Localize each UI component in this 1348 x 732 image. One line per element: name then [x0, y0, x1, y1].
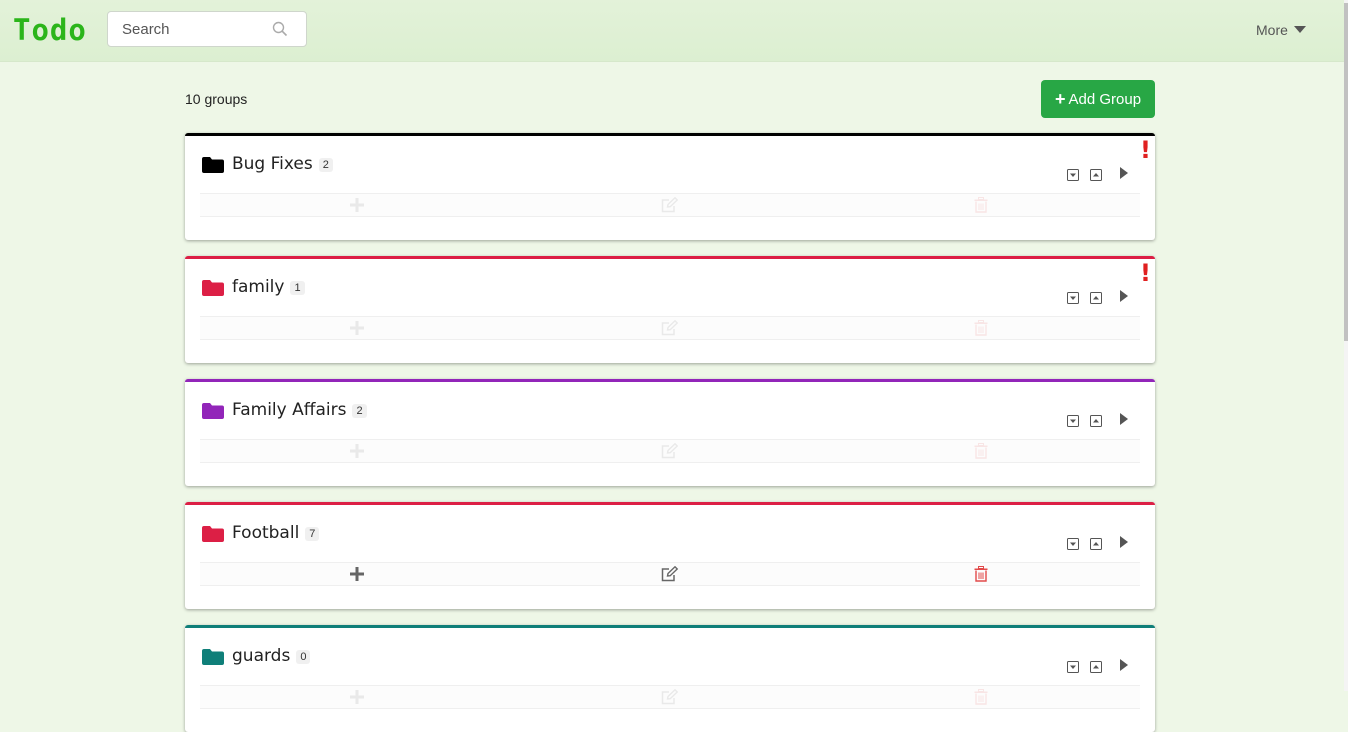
- group-name[interactable]: Family Affairs: [232, 400, 346, 420]
- group-title[interactable]: Family Affairs 2: [232, 400, 367, 420]
- group-title[interactable]: Bug Fixes 2: [232, 154, 333, 174]
- group-name[interactable]: guards: [232, 646, 290, 666]
- move-down-icon[interactable]: [1067, 538, 1079, 550]
- group-action-bar: [200, 316, 1140, 340]
- folder-icon: [202, 649, 224, 665]
- move-up-icon[interactable]: [1090, 415, 1102, 427]
- move-up-icon[interactable]: [1090, 661, 1102, 673]
- group-name[interactable]: family: [232, 277, 284, 297]
- group-card: family 1 !: [185, 256, 1155, 363]
- search-icon[interactable]: [272, 21, 288, 37]
- search-box[interactable]: [107, 11, 307, 47]
- group-title[interactable]: family 1: [232, 277, 305, 297]
- group-count-badge: 1: [290, 281, 305, 295]
- group-card: Football 7: [185, 502, 1155, 609]
- more-label: More: [1256, 22, 1288, 38]
- group-action-bar: [200, 193, 1140, 217]
- edit-icon[interactable]: [661, 566, 679, 582]
- move-up-icon[interactable]: [1090, 538, 1102, 550]
- add-group-button[interactable]: + Add Group: [1041, 80, 1155, 118]
- expand-arrow-icon[interactable]: [1119, 535, 1129, 549]
- brand-logo[interactable]: Todo: [13, 13, 87, 47]
- search-input[interactable]: [120, 20, 274, 39]
- add-group-label: Add Group: [1068, 90, 1142, 108]
- add-task-icon[interactable]: [349, 320, 365, 336]
- group-count-badge: 2: [352, 404, 367, 418]
- add-task-icon[interactable]: [349, 197, 365, 213]
- move-up-icon[interactable]: [1090, 292, 1102, 304]
- group-card: guards 0: [185, 625, 1155, 732]
- group-card: Family Affairs 2: [185, 379, 1155, 486]
- add-task-icon[interactable]: [349, 689, 365, 705]
- group-action-bar: [200, 685, 1140, 709]
- edit-icon[interactable]: [661, 320, 679, 336]
- group-title[interactable]: Football 7: [232, 523, 320, 543]
- group-title[interactable]: guards 0: [232, 646, 311, 666]
- folder-icon: [202, 157, 224, 173]
- group-count: 10 groups: [185, 91, 248, 107]
- move-down-icon[interactable]: [1067, 415, 1079, 427]
- move-down-icon[interactable]: [1067, 292, 1079, 304]
- group-count-badge: 2: [318, 158, 333, 172]
- add-task-icon[interactable]: [349, 566, 365, 582]
- group-count-badge: 0: [296, 650, 311, 664]
- edit-icon[interactable]: [661, 197, 679, 213]
- caret-down-icon: [1293, 26, 1306, 33]
- folder-icon: [202, 526, 224, 542]
- add-task-icon[interactable]: [349, 443, 365, 459]
- folder-icon: [202, 280, 224, 296]
- delete-icon[interactable]: [974, 689, 988, 705]
- page-scrollbar[interactable]: [1344, 0, 1348, 691]
- plus-icon: +: [1054, 89, 1066, 109]
- expand-arrow-icon[interactable]: [1119, 412, 1129, 426]
- group-action-bar: [200, 439, 1140, 463]
- delete-icon[interactable]: [974, 197, 988, 213]
- move-up-icon[interactable]: [1090, 169, 1102, 181]
- move-down-icon[interactable]: [1067, 169, 1079, 181]
- group-name[interactable]: Football: [232, 523, 299, 543]
- move-down-icon[interactable]: [1067, 661, 1079, 673]
- scrollbar-thumb[interactable]: [1344, 3, 1348, 341]
- edit-icon[interactable]: [661, 443, 679, 459]
- group-action-bar: [200, 562, 1140, 586]
- delete-icon[interactable]: [974, 320, 988, 336]
- delete-icon[interactable]: [974, 566, 988, 582]
- group-card: Bug Fixes 2 !: [185, 133, 1155, 240]
- priority-alert-icon: !: [1140, 259, 1151, 287]
- more-dropdown[interactable]: More: [1256, 22, 1306, 38]
- edit-icon[interactable]: [661, 689, 679, 705]
- group-count-badge: 7: [305, 527, 320, 541]
- folder-icon: [202, 403, 224, 419]
- expand-arrow-icon[interactable]: [1119, 289, 1129, 303]
- priority-alert-icon: !: [1140, 136, 1151, 164]
- expand-arrow-icon[interactable]: [1119, 658, 1129, 672]
- group-name[interactable]: Bug Fixes: [232, 154, 313, 174]
- delete-icon[interactable]: [974, 443, 988, 459]
- top-navbar: Todo More: [0, 0, 1344, 62]
- expand-arrow-icon[interactable]: [1119, 166, 1129, 180]
